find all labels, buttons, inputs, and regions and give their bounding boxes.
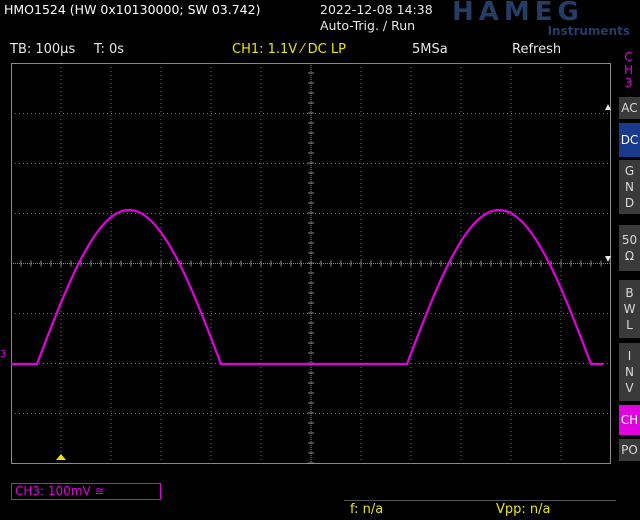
status-bar: TB: 100µs T: 0s CH1: 1.1V ⁄ DC LP 5MSa R… — [0, 40, 612, 60]
scope-display — [11, 63, 611, 464]
logo-text: HAMEG — [452, 0, 584, 27]
grid-ticks — [11, 63, 611, 464]
probe-button[interactable]: PO — [619, 439, 640, 461]
ch3-waveform — [11, 208, 603, 366]
bwl-button[interactable]: BWL — [619, 280, 640, 338]
graticule — [11, 63, 611, 464]
gnd-button[interactable]: GND — [619, 160, 640, 214]
logo-subtext: Instruments — [547, 24, 630, 38]
ch1-setting[interactable]: CH1: 1.1V ⁄ DC LP — [232, 42, 346, 57]
acquisition-mode[interactable]: Refresh — [512, 42, 561, 57]
channel-menu: C H 3 AC DC GND 50 Ω BWL INV CH PO — [617, 45, 640, 520]
50-ohm-button[interactable]: 50 Ω — [619, 225, 640, 271]
ch-button[interactable]: CH — [619, 405, 640, 435]
dc-coupling-button[interactable]: DC — [619, 123, 640, 157]
ch3-scale-box[interactable]: CH3: 100mV ≅ — [11, 483, 161, 500]
menu-title: C H 3 — [623, 50, 634, 90]
timebase[interactable]: TB: 100µs — [10, 42, 75, 57]
vpp-measurement: Vpp: n/a — [496, 502, 551, 517]
ch3-ground-marker[interactable]: 3 — [0, 349, 6, 360]
hameg-logo: HAMEG Instruments — [452, 0, 634, 38]
datetime: 2022-12-08 14:38 — [320, 2, 433, 17]
sample-rate: 5MSa — [412, 42, 448, 57]
frequency-measurement: f: n/a — [350, 502, 384, 517]
measurement-divider — [344, 500, 616, 501]
ac-coupling-button[interactable]: AC — [619, 97, 640, 119]
device-info: HMO1524 (HW 0x10130000; SW 03.742) — [4, 2, 261, 17]
trigger-position-marker-bottom[interactable] — [56, 454, 66, 460]
time-offset[interactable]: T: 0s — [94, 42, 124, 57]
trigger-state: Auto-Trig. / Run — [320, 18, 416, 33]
invert-button[interactable]: INV — [619, 343, 640, 401]
